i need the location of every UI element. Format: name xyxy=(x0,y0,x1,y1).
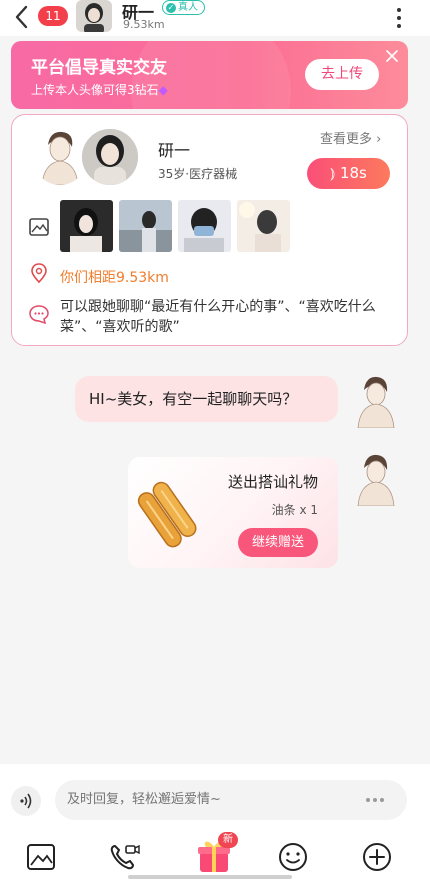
voice-wave-icon xyxy=(20,793,32,809)
verified-badge: ✓ 真人 xyxy=(162,0,205,15)
plus-icon[interactable] xyxy=(360,840,394,874)
gift-title: 送出搭讪礼物 xyxy=(227,473,318,491)
voice-intro-button[interactable]: ⦆ 18s xyxy=(307,158,390,189)
voice-duration: 18s xyxy=(339,164,367,182)
banner-subtitle: 上传本人头像可得3钻石◆ xyxy=(31,81,168,98)
more-icon[interactable] xyxy=(393,6,405,30)
home-indicator xyxy=(128,875,292,879)
back-icon[interactable] xyxy=(12,4,32,30)
video-call-icon[interactable] xyxy=(107,840,141,874)
header-distance: 9.53km xyxy=(123,18,165,31)
voice-wave-icon: ⦆ xyxy=(330,164,336,182)
sender-avatar[interactable] xyxy=(350,372,402,428)
diamond-icon: ◆ xyxy=(158,83,168,97)
conversation-tips: 可以跟她聊聊“最近有什么开心的事”、“喜欢吃什么菜”、“喜欢听的歌” xyxy=(60,299,376,335)
banner-subtitle-text: 上传本人头像可得3钻石 xyxy=(31,83,159,97)
profile-card[interactable]: 研一 35岁·医疗器械 查看更多 › ⦆ 18s 你们相距9.53km 可以跟她 xyxy=(11,114,408,346)
upload-button[interactable]: 去上传 xyxy=(305,59,379,90)
chat-header: 11 研一 ✓ 真人 9.53km xyxy=(0,0,430,36)
input-area: 新 xyxy=(0,764,430,881)
gallery-photo[interactable] xyxy=(178,200,231,252)
continue-gift-button[interactable]: 继续赠送 xyxy=(238,528,318,557)
verified-label: 真人 xyxy=(178,2,198,13)
gallery-photo[interactable] xyxy=(237,200,290,252)
card-info: 35岁·医疗器械 xyxy=(158,167,238,181)
sender-avatar[interactable] xyxy=(350,450,402,506)
photo-icon xyxy=(29,218,49,236)
new-badge: 新 xyxy=(218,832,238,848)
photo-gallery xyxy=(60,200,290,252)
upload-avatar-banner: 平台倡导真实交友 上传本人头像可得3钻石◆ 去上传 xyxy=(11,41,408,109)
banner-title: 平台倡导真实交友 xyxy=(31,58,167,78)
gift-item: 油条 x 1 xyxy=(271,503,318,517)
gift-message-card: 送出搭讪礼物 油条 x 1 继续赠送 xyxy=(128,457,338,568)
gallery-photo[interactable] xyxy=(119,200,172,252)
see-more-label: 查看更多 xyxy=(320,132,373,147)
close-icon[interactable] xyxy=(384,48,400,64)
voice-toggle-button[interactable] xyxy=(11,786,41,816)
card-name: 研一 xyxy=(158,141,191,160)
location-icon xyxy=(31,263,47,284)
chat-bubble-icon xyxy=(29,305,49,325)
match-avatar[interactable] xyxy=(80,127,140,187)
image-icon[interactable] xyxy=(24,840,58,874)
gallery-photo[interactable] xyxy=(60,200,113,252)
greeting-message: HI~美女，有空一起聊聊天吗？ xyxy=(75,376,338,422)
check-icon: ✓ xyxy=(166,2,176,13)
chevron-right-icon: › xyxy=(376,132,382,147)
youtiao-gift-icon xyxy=(137,481,197,548)
more-options-icon[interactable] xyxy=(366,798,384,802)
header-avatar[interactable] xyxy=(76,0,112,32)
see-more-link[interactable]: 查看更多 › xyxy=(320,128,381,147)
message-input[interactable] xyxy=(55,780,407,820)
emoji-icon[interactable] xyxy=(276,840,310,874)
unread-badge: 11 xyxy=(38,6,68,26)
distance-text: 你们相距9.53km xyxy=(60,270,169,286)
